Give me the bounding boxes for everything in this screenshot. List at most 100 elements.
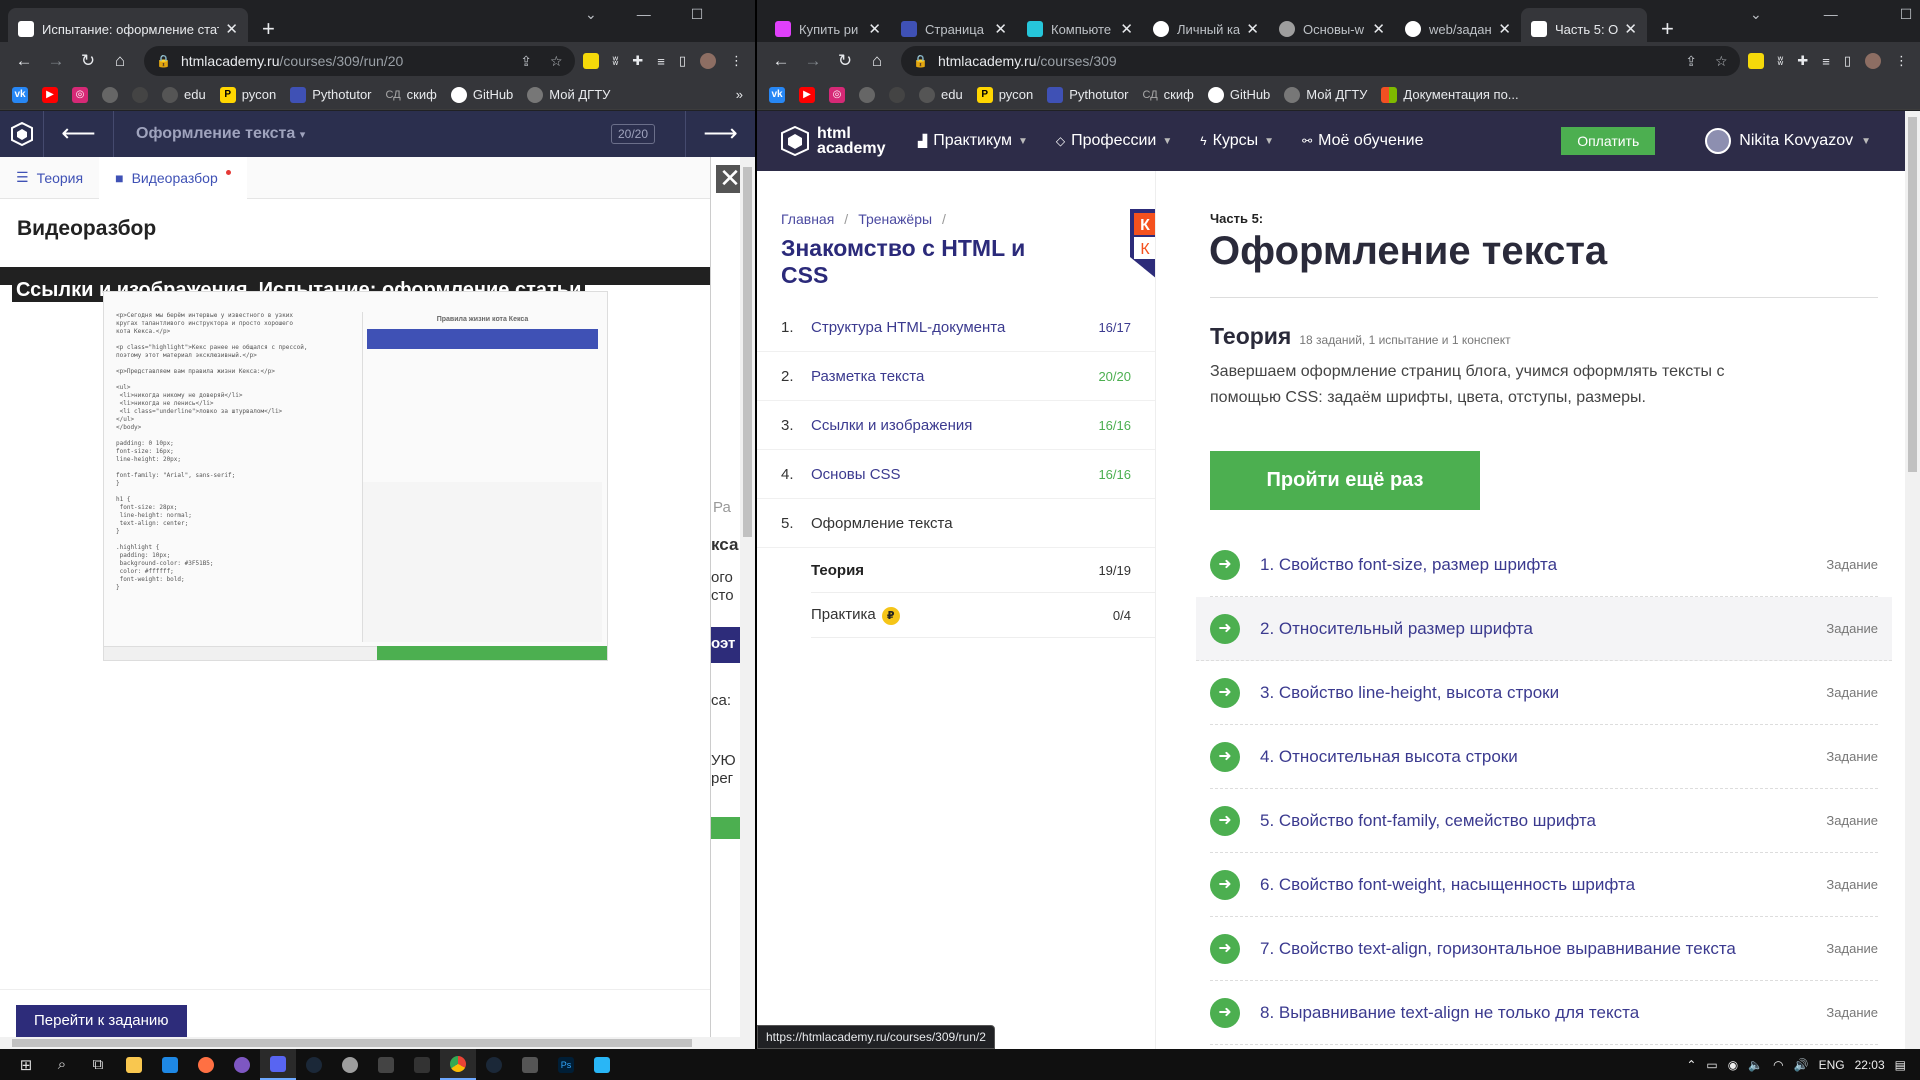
chrome-icon[interactable]	[440, 1049, 476, 1080]
vk-extension-icon[interactable]: ʬ	[1778, 54, 1784, 68]
vertical-scrollbar[interactable]	[1905, 111, 1920, 1049]
notifications-icon[interactable]: ▤	[1895, 1058, 1906, 1072]
nav-my-learning[interactable]: ⚯ Моё обучение	[1302, 132, 1423, 150]
close-icon[interactable]: ✕	[1498, 20, 1511, 38]
go-to-task-button[interactable]: Перейти к заданию	[16, 1005, 187, 1037]
more-bookmarks-icon[interactable]: »	[736, 87, 743, 102]
mail-icon[interactable]	[152, 1049, 188, 1080]
bookmark-edu[interactable]: edu	[162, 86, 206, 103]
file-explorer-icon[interactable]	[116, 1049, 152, 1080]
app-icon[interactable]	[368, 1049, 404, 1080]
address-bar[interactable]: 🔒 htmlacademy.ru/courses/309/run/20 ⇪ ☆	[144, 46, 575, 76]
app-icon[interactable]	[332, 1049, 368, 1080]
section-practice[interactable]: Практика ₽0/4	[811, 593, 1155, 638]
maximize-icon[interactable]: ☐	[1900, 6, 1913, 23]
bookmark-dgtu[interactable]: Мой ДГТУ	[1284, 86, 1367, 103]
bookmark-icon[interactable]	[859, 86, 875, 103]
forward-icon[interactable]: →	[40, 51, 72, 71]
new-tab-icon[interactable]: +	[262, 16, 275, 42]
instagram-icon[interactable]: ◎	[72, 86, 88, 103]
course-title[interactable]: Знакомство с HTML и CSS	[757, 227, 1047, 289]
back-icon[interactable]: ←	[765, 51, 797, 71]
share-icon[interactable]: ⇪	[520, 53, 532, 70]
extension-icon[interactable]	[1747, 53, 1764, 69]
photoshop-icon[interactable]: Ps	[548, 1049, 584, 1080]
maximize-icon[interactable]: ☐	[691, 6, 704, 23]
start-icon[interactable]: ⊞	[8, 1049, 44, 1080]
bookmark-github[interactable]: GitHub	[450, 86, 513, 103]
chapter-item[interactable]: 2. Разметка текста 20/20	[757, 352, 1155, 401]
clock[interactable]: 22:03	[1855, 1058, 1885, 1072]
youtube-icon[interactable]: ▶	[799, 86, 815, 103]
task-item[interactable]: ➜ 2. Относительный размер шрифта Задание	[1196, 597, 1892, 661]
speaker-icon[interactable]: 🔈	[1748, 1058, 1763, 1072]
instagram-icon[interactable]: ◎	[829, 86, 845, 103]
next-task-button[interactable]: ⟶	[685, 111, 755, 157]
site-logo[interactable]: html academy	[757, 126, 902, 157]
task-item[interactable]: ➜ 7. Свойство text-align, горизонтальное …	[1210, 917, 1878, 981]
back-icon[interactable]: ←	[8, 51, 40, 71]
bookmark-icon[interactable]	[102, 86, 118, 103]
media-icon[interactable]: ≡	[1822, 54, 1830, 69]
new-tab-icon[interactable]: +	[1661, 16, 1674, 42]
tab-theory[interactable]: ☰ Теория	[0, 157, 99, 199]
profile-avatar[interactable]	[1865, 53, 1881, 69]
search-icon[interactable]: ⌕	[44, 1049, 80, 1080]
nav-professions[interactable]: ◇ Профессии ▼	[1056, 132, 1172, 150]
close-icon[interactable]: ✕	[1372, 20, 1385, 38]
puzzle-icon[interactable]: ✚	[632, 53, 643, 69]
repeat-button[interactable]: Пройти ещё раз	[1210, 451, 1480, 510]
close-icon[interactable]: ✕	[868, 20, 881, 38]
bookmark-dgtu[interactable]: Мой ДГТУ	[527, 86, 610, 103]
address-bar[interactable]: 🔒 htmlacademy.ru/courses/309 ⇪ ☆	[901, 46, 1740, 76]
close-icon[interactable]: ✕	[1120, 20, 1133, 38]
reload-icon[interactable]: ↻	[72, 51, 104, 71]
puzzle-icon[interactable]: ✚	[1797, 53, 1808, 69]
task-item[interactable]: ➜ 1. Свойство font-size, размер шрифта Зад…	[1210, 533, 1878, 597]
youtube-icon[interactable]: ▶	[42, 86, 58, 103]
media-icon[interactable]: ≡	[657, 54, 665, 69]
extension-icon[interactable]	[582, 53, 599, 69]
bookmark-pycon[interactable]: Pрусоn	[219, 86, 276, 103]
wifi-icon[interactable]: ◠	[1773, 1058, 1783, 1072]
share-icon[interactable]: ⇪	[1685, 53, 1697, 70]
vk-icon[interactable]: vk	[12, 86, 28, 103]
bookmark-edu[interactable]: edu	[919, 86, 963, 103]
forward-icon[interactable]: →	[797, 51, 829, 71]
steam-icon[interactable]	[296, 1049, 332, 1080]
chapter-item[interactable]: 1. Структура HTML-документа 16/17	[757, 303, 1155, 352]
nav-courses[interactable]: ϟ Курсы ▼	[1200, 132, 1274, 150]
home-icon[interactable]: ⌂	[104, 51, 136, 71]
task-item[interactable]: ➜ 4. Относительная высота строки Задание	[1210, 725, 1878, 789]
close-icon[interactable]: ✕	[994, 20, 1007, 38]
close-icon[interactable]: ✕	[1624, 20, 1637, 38]
chevron-down-icon[interactable]: ⌄	[585, 6, 597, 23]
language-indicator[interactable]: ENG	[1819, 1058, 1845, 1072]
bookmark-skif[interactable]: СД скиф	[386, 87, 437, 102]
course-dropdown[interactable]: Оформление текста ▾	[114, 125, 611, 143]
chevron-up-icon[interactable]: ⌃	[1686, 1058, 1696, 1072]
bookmark-icon[interactable]	[132, 86, 148, 103]
close-icon[interactable]: ✕	[1246, 20, 1259, 38]
breadcrumb-home[interactable]: Главная	[781, 211, 834, 227]
user-menu[interactable]: Nikita Kovyazov ▼	[1705, 128, 1871, 154]
menu-icon[interactable]: ⋮	[730, 53, 743, 69]
chapter-item[interactable]: 3. Ссылки и изображения 16/16	[757, 401, 1155, 450]
chapter-item[interactable]: 4. Основы CSS 16/16	[757, 450, 1155, 499]
nav-practicum[interactable]: ▟ Практикум ▼	[918, 132, 1028, 150]
volume-icon[interactable]: 🔊	[1794, 1058, 1809, 1072]
academy-logo-icon[interactable]	[0, 111, 44, 157]
sidebar-icon[interactable]: ▯	[679, 53, 686, 69]
task-item[interactable]: ➜ 3. Свойство line-height, высота строки З…	[1210, 661, 1878, 725]
close-icon[interactable]: ✕	[225, 20, 238, 38]
task-item[interactable]: ➜ 8. Выравнивание text-align не только дл…	[1210, 981, 1878, 1045]
bookmark-pycon[interactable]: Pрусоn	[976, 86, 1033, 103]
star-icon[interactable]: ☆	[1715, 53, 1728, 70]
sidebar-icon[interactable]: ▯	[1844, 53, 1851, 69]
profile-avatar[interactable]	[700, 53, 716, 69]
breadcrumb-trainers[interactable]: Тренажёры	[858, 211, 932, 227]
bookmark-icon[interactable]	[889, 86, 905, 103]
home-icon[interactable]: ⌂	[861, 51, 893, 71]
vk-icon[interactable]: vk	[769, 86, 785, 103]
menu-icon[interactable]: ⋮	[1895, 53, 1908, 69]
